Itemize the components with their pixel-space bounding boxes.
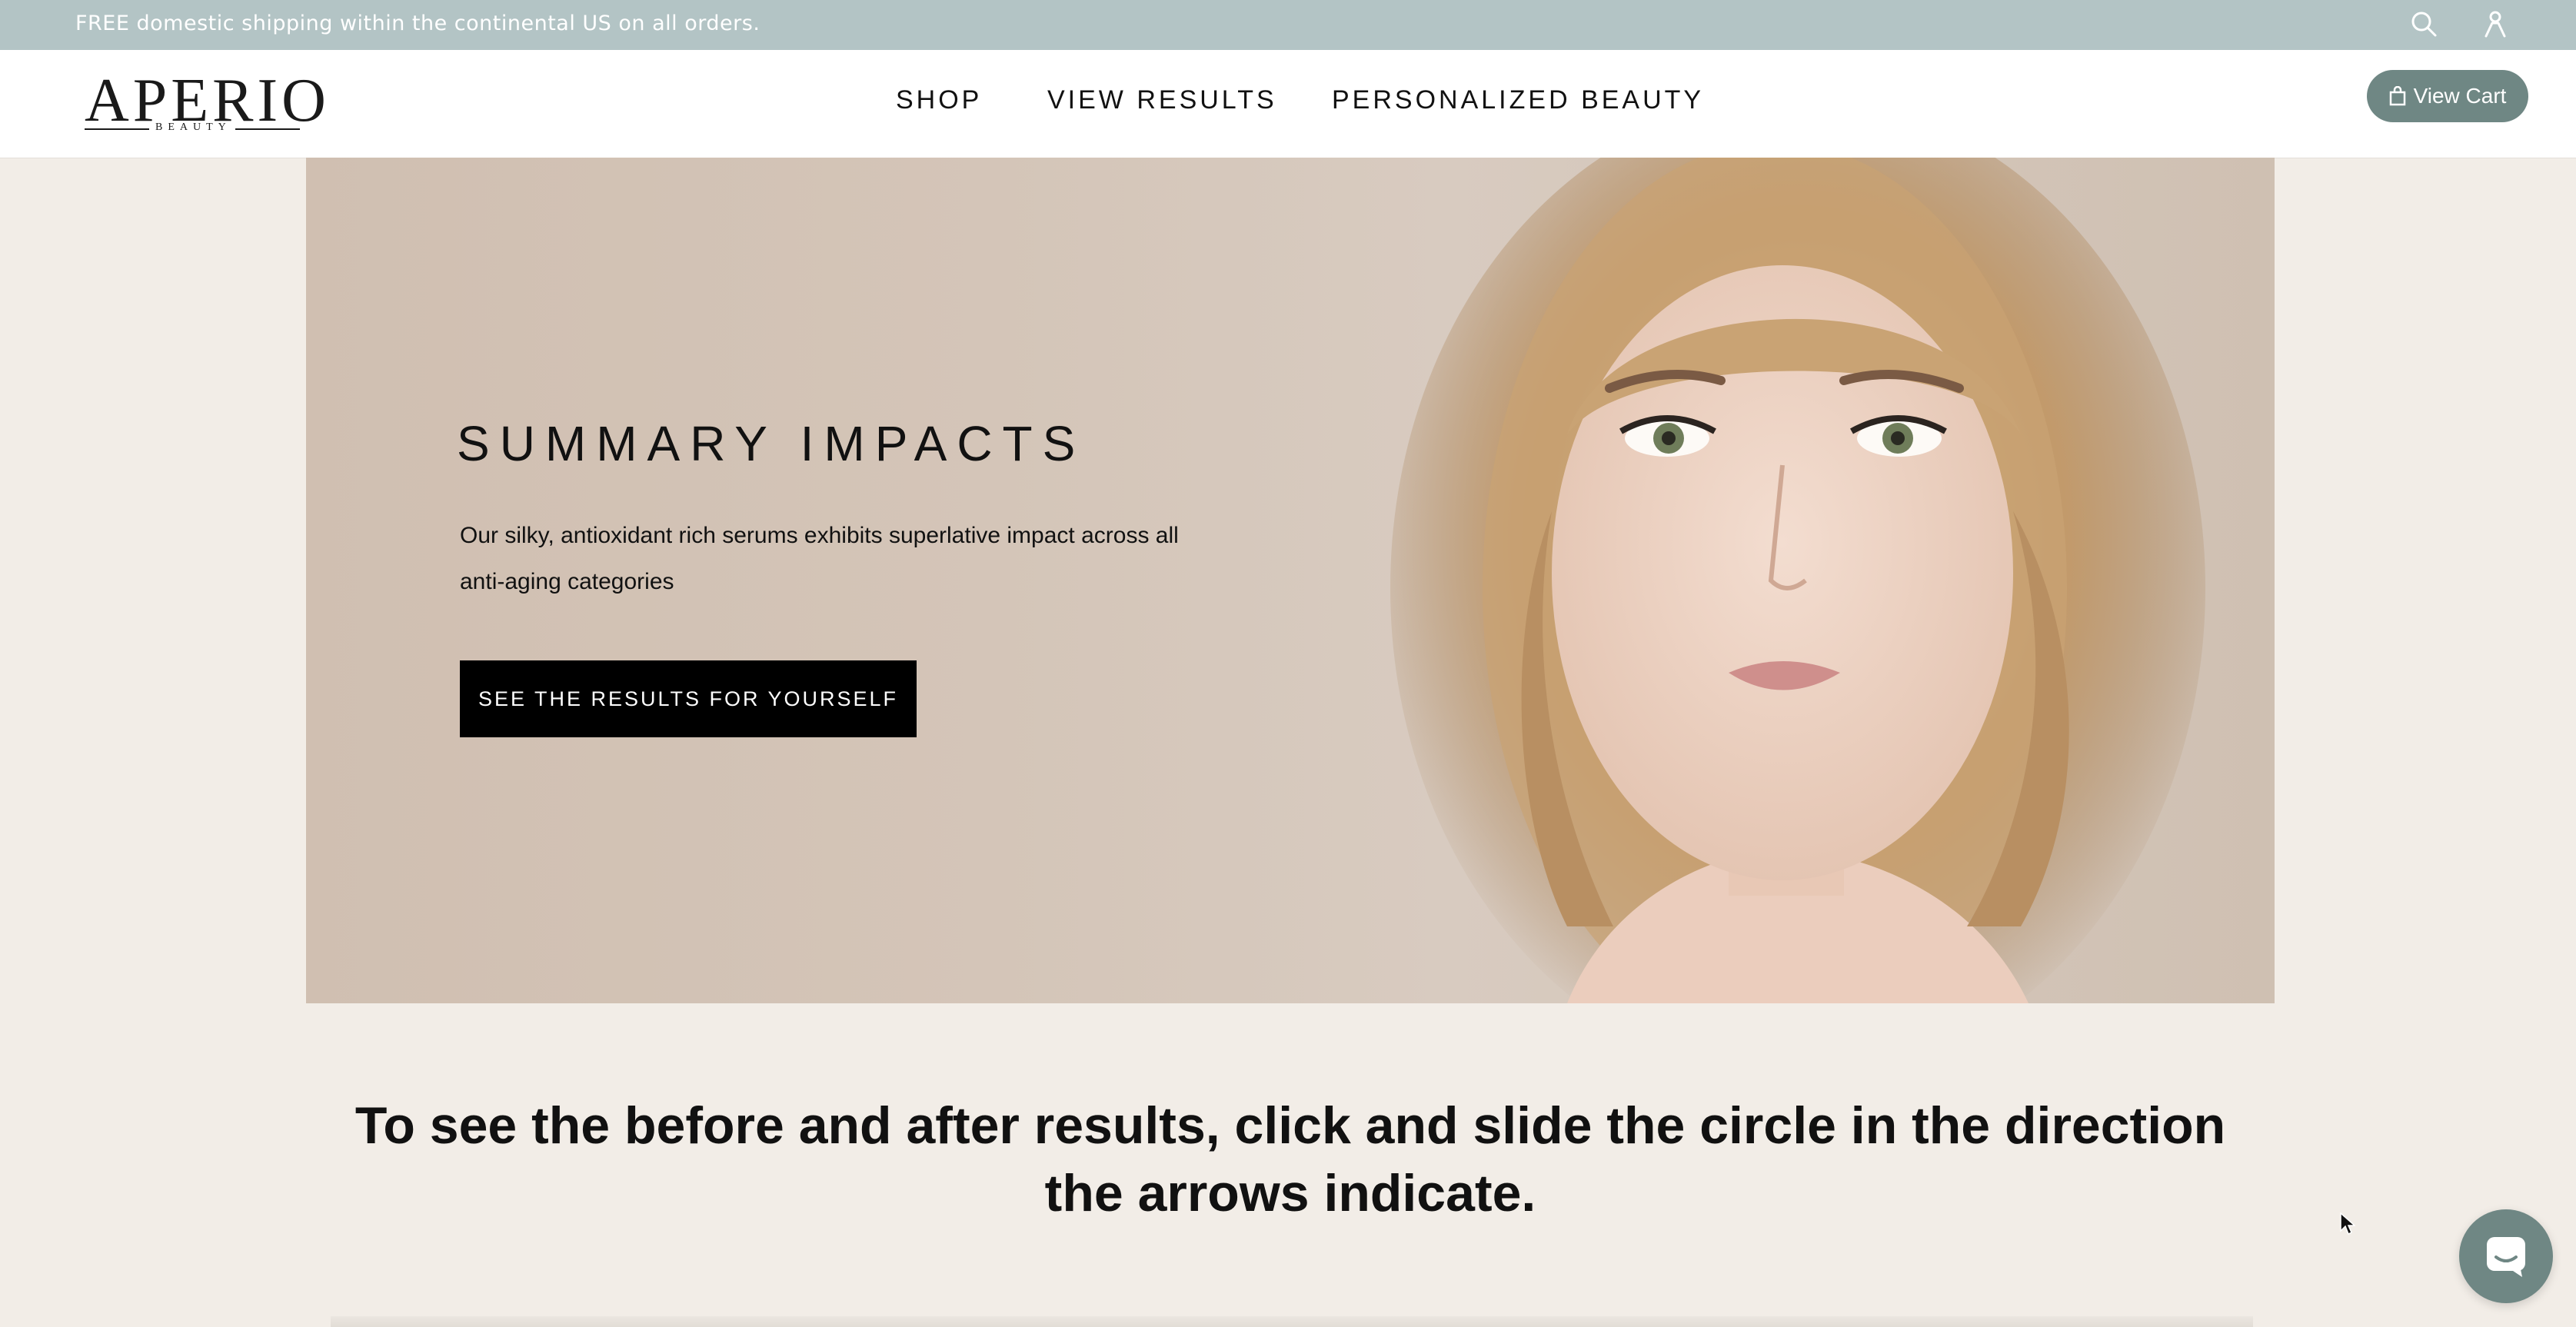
search-icon[interactable]	[2407, 7, 2442, 42]
view-cart-button[interactable]: View Cart	[2367, 70, 2528, 122]
chat-icon	[2482, 1232, 2530, 1280]
hero-description: Our silky, antioxidant rich serums exhib…	[460, 523, 1179, 594]
nav-personalized-beauty[interactable]: PERSONALIZED BEAUTY	[1332, 85, 1704, 115]
mouse-cursor-icon	[2340, 1212, 2355, 1236]
hero-title: SUMMARY IMPACTS	[457, 416, 1086, 471]
comparison-slider-top-edge	[331, 1316, 2253, 1327]
logo-subtitle: BEAUTY	[155, 121, 231, 133]
nav-shop[interactable]: SHOP	[896, 85, 982, 115]
before-after-instructions: To see the before and after results, cli…	[354, 1096, 2226, 1222]
shopping-bag-icon	[2389, 86, 2406, 106]
hero-banner: SUMMARY IMPACTS Our silky, antioxidant r…	[306, 158, 2275, 1003]
announcement-bar: FREE domestic shipping within the contin…	[0, 0, 2576, 50]
nav-view-results[interactable]: VIEW RESULTS	[1047, 85, 1277, 115]
site-header: APERIO BEAUTY SHOP VIEW RESULTS PERSONAL…	[0, 50, 2576, 158]
view-cart-label: View Cart	[2413, 84, 2507, 108]
brand-logo[interactable]: APERIO BEAUTY	[85, 70, 326, 141]
chat-launcher-button[interactable]	[2459, 1209, 2553, 1303]
announcement-text: FREE domestic shipping within the contin…	[75, 12, 760, 35]
logo-rule-left	[85, 128, 149, 130]
see-results-button[interactable]: SEE THE RESULTS FOR YOURSELF	[460, 660, 917, 737]
account-icon[interactable]	[2478, 7, 2513, 42]
logo-rule-right	[235, 128, 300, 130]
